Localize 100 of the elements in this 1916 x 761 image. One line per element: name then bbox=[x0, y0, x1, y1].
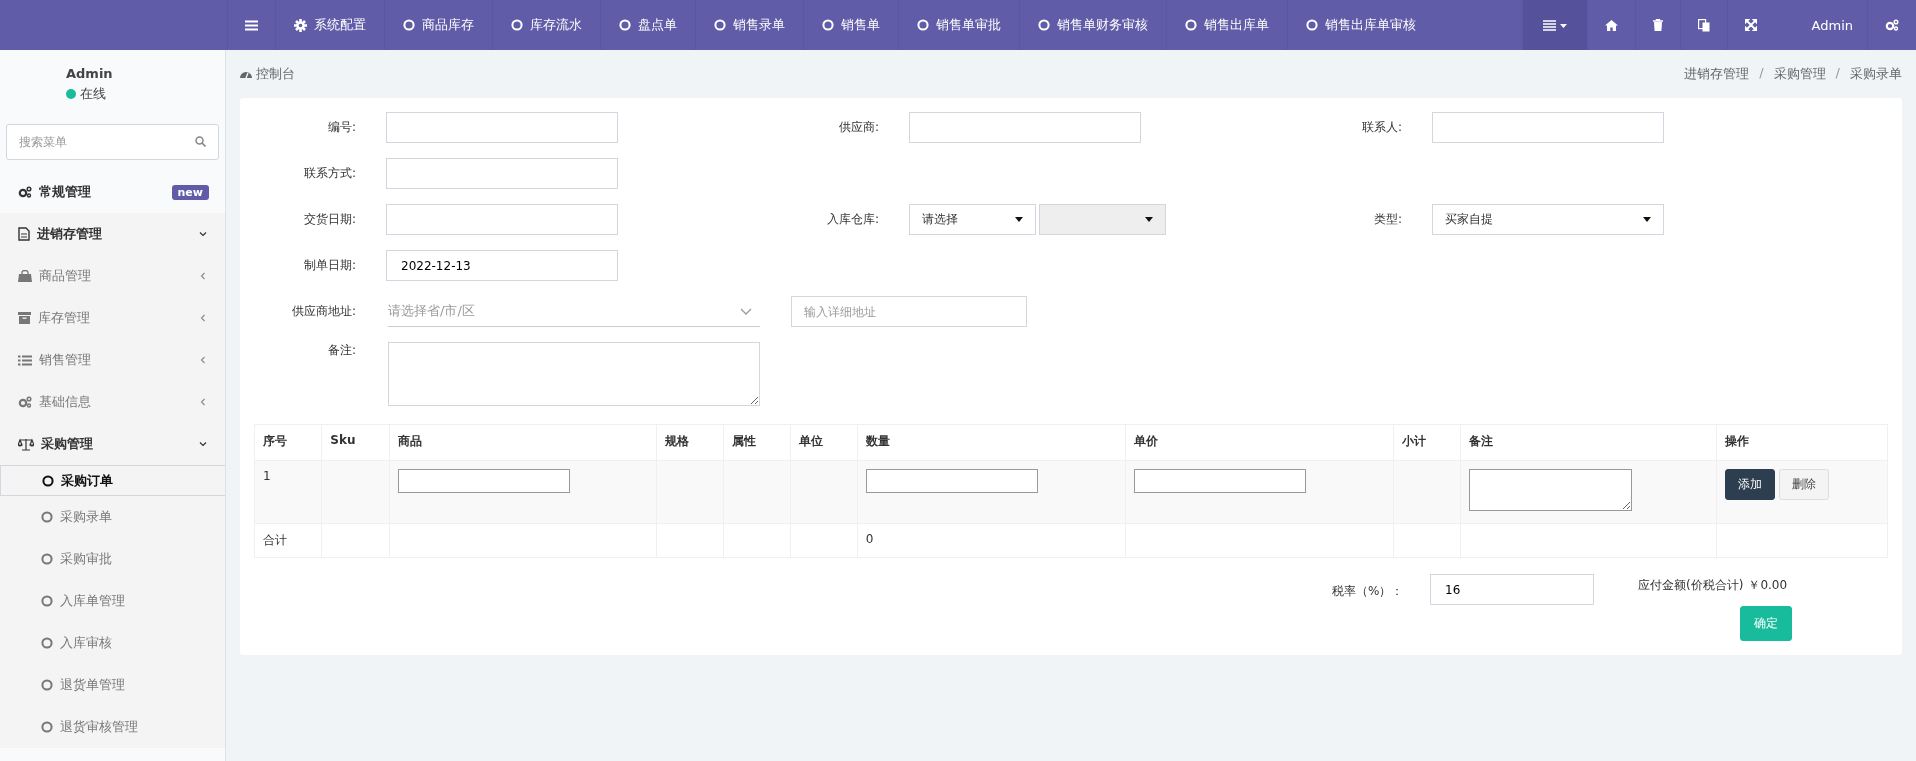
field-label: 联系方式: bbox=[302, 165, 357, 182]
input-field[interactable] bbox=[386, 204, 618, 235]
field-label: 联系人: bbox=[1360, 119, 1403, 136]
circle-icon bbox=[41, 679, 53, 691]
select-field[interactable]: 请选择 bbox=[909, 204, 1036, 235]
field-label: 供应商: bbox=[837, 119, 880, 136]
status-dot bbox=[66, 88, 76, 99]
add-button[interactable]: 添加 bbox=[1725, 469, 1776, 500]
menu-icon bbox=[18, 186, 32, 198]
menu-item[interactable]: 采购管理 bbox=[0, 423, 225, 465]
menu-item[interactable]: 基础信息 bbox=[0, 381, 225, 423]
field-label: 备注: bbox=[326, 342, 357, 359]
user-menu[interactable]: Admin bbox=[1773, 0, 1867, 50]
menu-item[interactable]: 商品管理 bbox=[0, 255, 225, 297]
amount-label: 应付金额(价税合计) bbox=[1638, 577, 1744, 594]
breadcrumb-link[interactable]: 进销存管理 bbox=[1684, 65, 1750, 83]
circle-icon bbox=[42, 474, 54, 487]
field-label: 入库仓库: bbox=[825, 211, 880, 228]
chevron-icon bbox=[199, 440, 207, 448]
column-header: 商品 bbox=[389, 424, 657, 461]
column-header: 数量 bbox=[857, 424, 1126, 461]
region-select[interactable]: 请选择省/市/区 bbox=[388, 296, 760, 327]
breadcrumb-link[interactable]: 采购录单 bbox=[1850, 65, 1902, 83]
circle-icon bbox=[403, 19, 415, 31]
menu-icon bbox=[245, 19, 258, 31]
caret-icon bbox=[1643, 217, 1651, 222]
column-header: 序号 bbox=[254, 424, 322, 461]
page-title: 控制台 bbox=[256, 65, 295, 83]
field-label: 制单日期: bbox=[302, 257, 357, 274]
list-dropdown-button[interactable] bbox=[1521, 0, 1587, 50]
circle-icon bbox=[41, 721, 53, 733]
breadcrumb-separator: / bbox=[1759, 65, 1764, 82]
input-field[interactable] bbox=[1432, 112, 1664, 143]
breadcrumb-separator: / bbox=[1835, 65, 1840, 82]
menu-icon bbox=[18, 312, 31, 324]
tax-rate-input[interactable]: 16 bbox=[1430, 574, 1594, 605]
input-field[interactable] bbox=[386, 158, 618, 189]
field-label: 供应商地址: bbox=[290, 303, 357, 320]
field-label: 编号: bbox=[326, 119, 357, 136]
menu-item[interactable]: 入库单管理 bbox=[0, 580, 225, 622]
new-badge: new bbox=[171, 184, 209, 200]
input-field[interactable]: 2022-12-13 bbox=[386, 250, 618, 281]
menu-item[interactable]: 进销存管理 bbox=[0, 213, 225, 255]
menu-item[interactable]: 入库审核 bbox=[0, 622, 225, 664]
circle-icon bbox=[41, 595, 53, 607]
caret-icon bbox=[1015, 217, 1023, 222]
column-header: 操作 bbox=[1716, 424, 1888, 461]
user-status: 在线 bbox=[80, 84, 106, 103]
menu-item[interactable]: 采购审批 bbox=[0, 538, 225, 580]
circle-icon bbox=[41, 553, 53, 565]
menu-icon bbox=[18, 354, 32, 366]
circle-icon bbox=[511, 19, 523, 31]
circle-icon bbox=[1038, 19, 1050, 31]
delete-row-button[interactable]: 删除 bbox=[1779, 469, 1830, 500]
remark-textarea[interactable] bbox=[388, 342, 760, 406]
circle-icon bbox=[41, 511, 53, 523]
search-icon bbox=[195, 136, 206, 147]
list-icon bbox=[1542, 19, 1567, 31]
table-input[interactable] bbox=[398, 469, 571, 493]
chevron-icon bbox=[199, 230, 207, 238]
field-label: 交货日期: bbox=[302, 211, 357, 228]
chevron-icon bbox=[199, 314, 207, 322]
column-header: 规格 bbox=[656, 424, 724, 461]
menu-item[interactable]: 采购录单 bbox=[0, 496, 225, 538]
column-header: 单价 bbox=[1125, 424, 1394, 461]
menu-item[interactable]: 销售管理 bbox=[0, 339, 225, 381]
menu-item[interactable]: 采购订单 bbox=[0, 465, 225, 496]
search-field[interactable]: 搜索菜单 bbox=[6, 124, 219, 160]
tax-rate-label: 税率（%）： bbox=[1332, 583, 1405, 600]
menu-icon bbox=[18, 396, 32, 408]
circle-icon bbox=[619, 19, 631, 31]
dashboard-icon bbox=[240, 69, 252, 79]
table-input[interactable] bbox=[1133, 469, 1306, 493]
menu-icon bbox=[18, 227, 30, 241]
menu-item[interactable]: 退货单管理 bbox=[0, 664, 225, 706]
user-name: Admin bbox=[66, 65, 114, 81]
circle-icon bbox=[41, 637, 53, 649]
chevron-icon bbox=[199, 356, 207, 364]
select-field[interactable]: 买家自提 bbox=[1432, 204, 1664, 235]
address-input[interactable]: 输入详细地址 bbox=[791, 296, 1027, 327]
settings-icon bbox=[294, 18, 307, 32]
column-header: Sku bbox=[321, 424, 390, 461]
menu-item[interactable]: 常规管理 new bbox=[0, 171, 225, 213]
circle-icon bbox=[917, 19, 929, 31]
menu-item[interactable]: 退货审核管理 bbox=[0, 706, 225, 748]
translate-icon bbox=[1697, 18, 1710, 32]
input-field[interactable] bbox=[386, 112, 618, 143]
fullscreen-icon bbox=[1744, 19, 1757, 31]
trash-icon bbox=[1652, 19, 1663, 31]
table-cell: 1 bbox=[254, 460, 322, 524]
home-icon bbox=[1604, 19, 1618, 31]
amount-value: ￥0.00 bbox=[1748, 577, 1788, 594]
settings-icon bbox=[1885, 19, 1899, 31]
breadcrumb-link[interactable]: 采购管理 bbox=[1773, 65, 1826, 83]
circle-icon bbox=[1306, 19, 1318, 31]
menu-item[interactable]: 库存管理 bbox=[0, 297, 225, 339]
input-field[interactable] bbox=[909, 112, 1141, 143]
column-header: 备注 bbox=[1460, 424, 1717, 461]
note-textarea[interactable] bbox=[1468, 469, 1632, 511]
table-input[interactable] bbox=[865, 469, 1038, 493]
